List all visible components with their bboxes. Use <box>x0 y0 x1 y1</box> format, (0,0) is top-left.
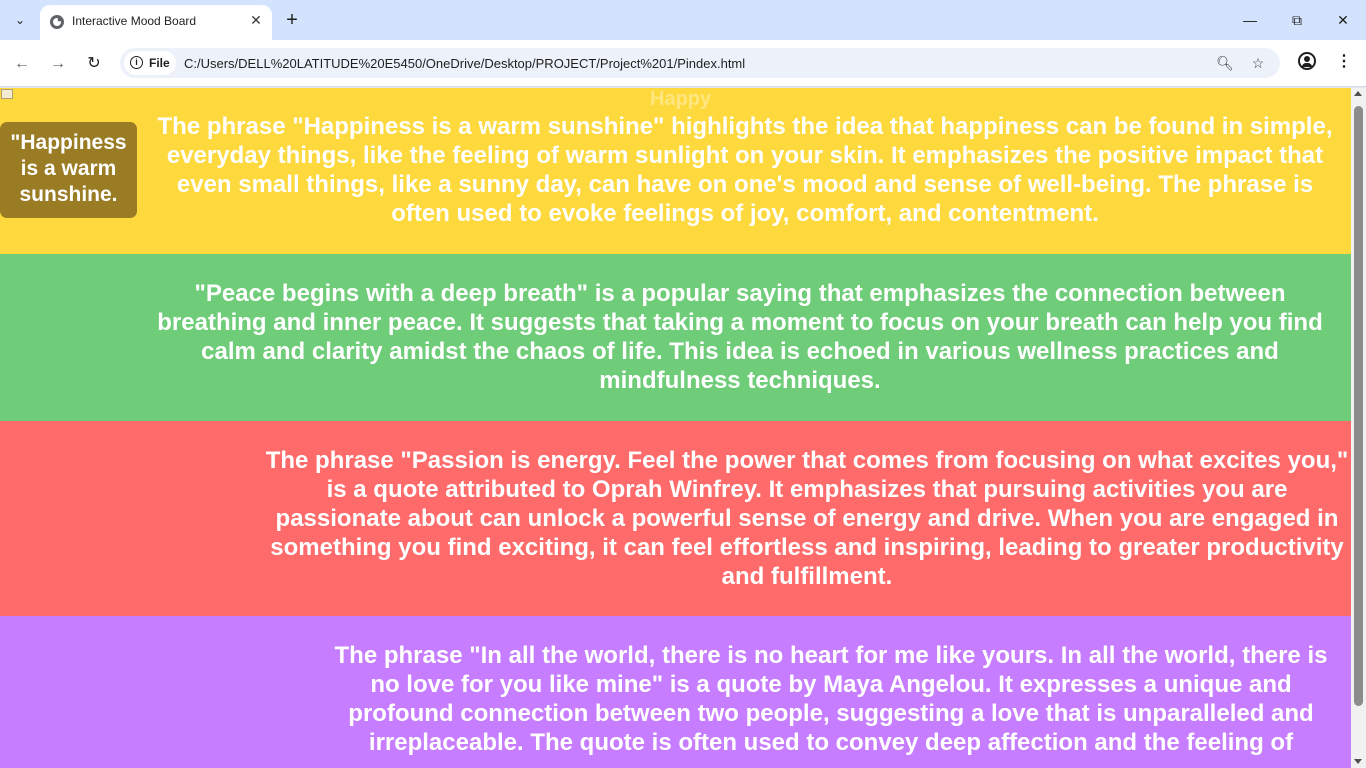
scroll-thumb[interactable] <box>1354 106 1363 706</box>
site-chip-label: File <box>149 56 170 70</box>
browser-toolbar: ← → ↻ i File C:/Users/DELL%20LATITUDE%20… <box>0 40 1366 87</box>
love-text: The phrase "In all the world, there is n… <box>334 642 1328 756</box>
kebab-menu-icon[interactable]: ⋮ <box>1334 52 1354 72</box>
back-button[interactable]: ← <box>10 52 34 76</box>
happy-image-alt: Happy <box>650 88 712 110</box>
arrow-right-icon: → <box>50 55 66 72</box>
plus-icon: + <box>286 9 298 31</box>
tab-close-button[interactable]: ✕ <box>247 11 265 29</box>
reload-button[interactable]: ↻ <box>82 52 106 76</box>
active-tab[interactable]: Interactive Mood Board ✕ <box>40 5 272 40</box>
minimize-button[interactable]: — <box>1238 8 1262 32</box>
reload-icon: ↻ <box>87 55 101 72</box>
info-icon: i <box>130 56 143 69</box>
globe-icon <box>50 15 64 29</box>
peace-text: "Peace begins with a deep breath" is a p… <box>157 280 1323 394</box>
forward-button[interactable]: → <box>46 52 70 76</box>
happiness-quote-card[interactable]: "Happiness is a warm sunshine. <box>0 122 137 218</box>
vertical-scrollbar[interactable] <box>1351 88 1366 768</box>
restore-button[interactable]: ⧉ <box>1285 8 1309 32</box>
url-text[interactable]: C:/Users/DELL%20LATITUDE%20E5450/OneDriv… <box>184 56 745 71</box>
passion-section: The phrase "Passion is energy. Feel the … <box>0 421 1351 616</box>
peace-section: "Peace begins with a deep breath" is a p… <box>0 254 1351 421</box>
close-window-button[interactable]: ✕ <box>1331 8 1355 32</box>
scroll-down-arrow-icon[interactable] <box>1354 759 1362 764</box>
tab-title: Interactive Mood Board <box>72 14 197 28</box>
chevron-down-icon: ⌄ <box>14 13 26 27</box>
minimize-icon: — <box>1243 12 1257 28</box>
page-viewport: Happy "Happiness is a warm sunshine. The… <box>0 88 1351 768</box>
address-bar[interactable]: i File C:/Users/DELL%20LATITUDE%20E5450/… <box>120 48 1280 78</box>
tab-search-button[interactable]: ⌄ <box>8 8 32 32</box>
love-section: The phrase "In all the world, there is n… <box>0 616 1351 768</box>
happiness-section: Happy "Happiness is a warm sunshine. The… <box>0 88 1351 254</box>
tab-strip: ⌄ Interactive Mood Board ✕ + — ⧉ ✕ <box>0 0 1366 40</box>
new-tab-button[interactable]: + <box>282 10 302 30</box>
site-info-chip[interactable]: i File <box>124 51 176 75</box>
close-icon: ✕ <box>1337 12 1349 28</box>
restore-icon: ⧉ <box>1292 12 1302 28</box>
profile-icon[interactable] <box>1298 52 1316 70</box>
happiness-text: The phrase "Happiness is a warm sunshine… <box>157 113 1333 227</box>
scroll-up-arrow-icon[interactable] <box>1354 91 1362 96</box>
broken-image-icon <box>0 88 16 100</box>
zoom-icon[interactable]: 🔍︎ <box>1215 53 1235 73</box>
passion-text: The phrase "Passion is energy. Feel the … <box>265 447 1349 590</box>
arrow-left-icon: ← <box>14 55 30 72</box>
star-icon[interactable]: ☆ <box>1248 53 1268 73</box>
